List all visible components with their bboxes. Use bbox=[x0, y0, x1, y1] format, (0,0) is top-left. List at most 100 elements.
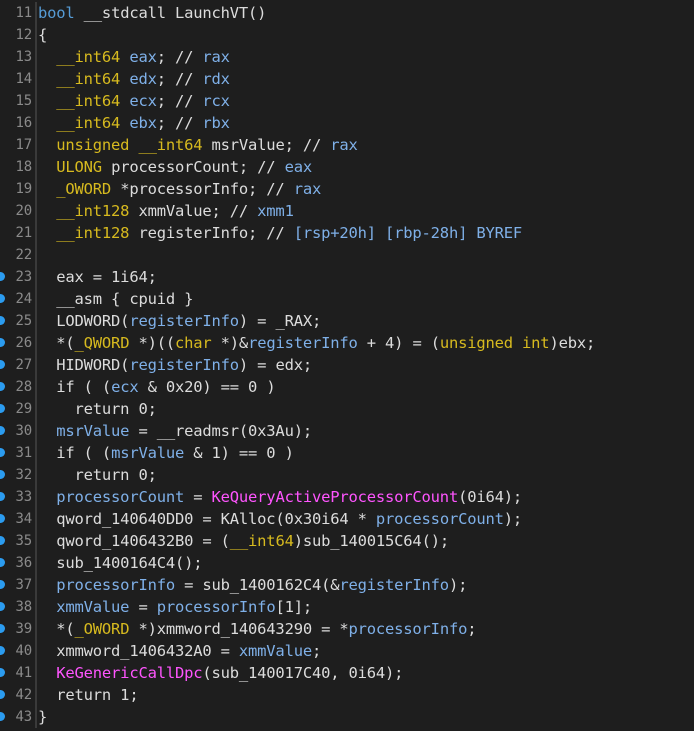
breakpoint-marker-icon[interactable] bbox=[0, 602, 5, 611]
code-text[interactable]: } bbox=[38, 706, 47, 728]
code-line[interactable]: 37 processorInfo = sub_1400162C4(&regist… bbox=[0, 574, 694, 596]
code-line[interactable]: 22 bbox=[0, 244, 694, 266]
code-line[interactable]: 19 _OWORD *processorInfo; // rax bbox=[0, 178, 694, 200]
code-text[interactable]: processorCount = KeQueryActiveProcessorC… bbox=[38, 486, 522, 508]
breakpoint-marker-icon[interactable] bbox=[0, 338, 5, 347]
code-text[interactable]: HIDWORD(registerInfo) = edx; bbox=[38, 354, 312, 376]
code-text[interactable]: __int64 eax; // rax bbox=[38, 46, 230, 68]
breakpoint-marker-icon[interactable] bbox=[0, 470, 5, 479]
code-line[interactable]: 38 xmmValue = processorInfo[1]; bbox=[0, 596, 694, 618]
code-line[interactable]: 34 qword_140640DD0 = KAlloc(0x30i64 * pr… bbox=[0, 508, 694, 530]
breakpoint-marker-icon[interactable] bbox=[0, 294, 5, 303]
code-text[interactable]: return 0; bbox=[38, 464, 157, 486]
code-text[interactable]: __int64 edx; // rdx bbox=[38, 68, 230, 90]
code-text[interactable]: __int128 xmmValue; // xmm1 bbox=[38, 200, 294, 222]
breakpoint-marker-icon[interactable] bbox=[0, 690, 5, 699]
code-line[interactable]: 33 processorCount = KeQueryActiveProcess… bbox=[0, 486, 694, 508]
code-text[interactable]: processorInfo = sub_1400162C4(&registerI… bbox=[38, 574, 467, 596]
code-text[interactable]: msrValue = __readmsr(0x3Au); bbox=[38, 420, 312, 442]
code-token: = bbox=[184, 488, 212, 506]
breakpoint-marker-icon[interactable] bbox=[0, 426, 5, 435]
code-token: xmm1 bbox=[257, 202, 294, 220]
code-token: *( bbox=[38, 620, 75, 638]
code-line[interactable]: 28 if ( (ecx & 0x20) == 0 ) bbox=[0, 376, 694, 398]
code-line[interactable]: 39 *(_OWORD *)xmmword_140643290 = *proce… bbox=[0, 618, 694, 640]
gutter-divider bbox=[35, 200, 37, 222]
breakpoint-marker-icon[interactable] bbox=[0, 580, 5, 589]
code-editor[interactable]: 11 bool __stdcall LaunchVT() 12 {13 __int64… bbox=[0, 2, 694, 728]
code-text[interactable]: *(_OWORD *)xmmword_140643290 = *processo… bbox=[38, 618, 476, 640]
code-text[interactable]: if ( (ecx & 0x20) == 0 ) bbox=[38, 376, 275, 398]
code-line[interactable]: 26 *(_QWORD *)((char *)&registerInfo + 4… bbox=[0, 332, 694, 354]
code-line[interactable]: 25 LODWORD(registerInfo) = _RAX; bbox=[0, 310, 694, 332]
code-text[interactable]: qword_1406432B0 = (__int64)sub_140015C64… bbox=[38, 530, 449, 552]
code-line[interactable]: 11 bool __stdcall LaunchVT() bbox=[0, 2, 694, 24]
code-line[interactable]: 27 HIDWORD(registerInfo) = edx; bbox=[0, 354, 694, 376]
code-text[interactable]: __int64 ecx; // rcx bbox=[38, 90, 230, 112]
code-text[interactable]: if ( (msrValue & 1) == 0 ) bbox=[38, 442, 294, 464]
line-number: 13 bbox=[15, 49, 33, 65]
code-text[interactable]: { bbox=[38, 24, 47, 46]
code-text[interactable]: *(_QWORD *)((char *)&registerInfo + 4) =… bbox=[38, 332, 595, 354]
breakpoint-marker-icon[interactable] bbox=[0, 448, 5, 457]
line-number: 30 bbox=[15, 423, 33, 439]
line-number: 42 bbox=[15, 687, 33, 703]
code-text[interactable]: xmmValue = processorInfo[1]; bbox=[38, 596, 312, 618]
code-line[interactable]: 16 __int64 ebx; // rbx bbox=[0, 112, 694, 134]
breakpoint-marker-icon[interactable] bbox=[0, 558, 5, 567]
breakpoint-marker-icon[interactable] bbox=[0, 316, 5, 325]
breakpoint-marker-icon[interactable] bbox=[0, 514, 5, 523]
code-text[interactable]: return 1; bbox=[38, 684, 138, 706]
code-line[interactable]: 40 xmmword_1406432A0 = xmmValue; bbox=[0, 640, 694, 662]
code-line[interactable]: 12 { bbox=[0, 24, 694, 46]
code-text[interactable]: KeGenericCallDpc(sub_140017C40, 0i64); bbox=[38, 662, 403, 684]
code-line[interactable]: 17 unsigned __int64 msrValue; // rax bbox=[0, 134, 694, 156]
code-line[interactable]: 35 qword_1406432B0 = (__int64)sub_140015… bbox=[0, 530, 694, 552]
code-text[interactable]: __int128 registerInfo; // [rsp+20h] [rbp… bbox=[38, 222, 522, 244]
gutter-divider bbox=[35, 68, 37, 90]
code-text[interactable]: LODWORD(registerInfo) = _RAX; bbox=[38, 310, 321, 332]
code-line[interactable]: 23 eax = 1i64; bbox=[0, 266, 694, 288]
code-line[interactable]: 14 __int64 edx; // rdx bbox=[0, 68, 694, 90]
code-line[interactable]: 29 return 0; bbox=[0, 398, 694, 420]
code-line[interactable]: 30 msrValue = __readmsr(0x3Au); bbox=[0, 420, 694, 442]
code-line[interactable]: 13 __int64 eax; // rax bbox=[0, 46, 694, 68]
code-text[interactable]: ULONG processorCount; // eax bbox=[38, 156, 312, 178]
breakpoint-marker-icon[interactable] bbox=[0, 404, 5, 413]
breakpoint-marker-icon[interactable] bbox=[0, 668, 5, 677]
breakpoint-marker-icon[interactable] bbox=[0, 360, 5, 369]
breakpoint-marker-icon[interactable] bbox=[0, 382, 5, 391]
code-text[interactable]: _OWORD *processorInfo; // rax bbox=[38, 178, 321, 200]
code-text[interactable]: bool __stdcall LaunchVT() bbox=[38, 2, 267, 24]
code-token: *)& bbox=[211, 334, 249, 352]
code-text[interactable]: sub_1400164C4(); bbox=[38, 552, 202, 574]
code-line[interactable]: 15 __int64 ecx; // rcx bbox=[0, 90, 694, 112]
code-line[interactable]: 32 return 0; bbox=[0, 464, 694, 486]
breakpoint-marker-icon[interactable] bbox=[0, 536, 5, 545]
code-line[interactable]: 20 __int128 xmmValue; // xmm1 bbox=[0, 200, 694, 222]
code-line[interactable]: 18 ULONG processorCount; // eax bbox=[0, 156, 694, 178]
code-token: = sub_1400162C4(& bbox=[174, 576, 340, 594]
code-text[interactable]: unsigned __int64 msrValue; // rax bbox=[38, 134, 358, 156]
code-line[interactable]: 36 sub_1400164C4(); bbox=[0, 552, 694, 574]
breakpoint-marker-icon[interactable] bbox=[0, 646, 5, 655]
breakpoint-marker-icon[interactable] bbox=[0, 624, 5, 633]
code-line[interactable]: 31 if ( (msrValue & 1) == 0 ) bbox=[0, 442, 694, 464]
code-text[interactable]: __asm { cpuid } bbox=[38, 288, 193, 310]
code-line[interactable]: 21 __int128 registerInfo; // [rsp+20h] [… bbox=[0, 222, 694, 244]
breakpoint-marker-icon[interactable] bbox=[0, 272, 5, 281]
code-token: ; // bbox=[156, 114, 203, 132]
code-token: _OWORD bbox=[38, 180, 121, 198]
breakpoint-marker-icon[interactable] bbox=[0, 492, 5, 501]
code-line[interactable]: 42 return 1; bbox=[0, 684, 694, 706]
code-text[interactable]: eax = 1i64; bbox=[38, 266, 157, 288]
code-line[interactable]: 43} bbox=[0, 706, 694, 728]
code-text[interactable]: qword_140640DD0 = KAlloc(0x30i64 * proce… bbox=[38, 508, 522, 530]
breakpoint-marker-icon[interactable] bbox=[0, 712, 5, 721]
code-token: ULONG bbox=[38, 158, 112, 176]
code-text[interactable]: return 0; bbox=[38, 398, 157, 420]
code-line[interactable]: 24 __asm { cpuid } bbox=[0, 288, 694, 310]
code-line[interactable]: 41 KeGenericCallDpc(sub_140017C40, 0i64)… bbox=[0, 662, 694, 684]
code-text[interactable]: __int64 ebx; // rbx bbox=[38, 112, 230, 134]
code-text[interactable]: xmmword_1406432A0 = xmmValue; bbox=[38, 640, 321, 662]
